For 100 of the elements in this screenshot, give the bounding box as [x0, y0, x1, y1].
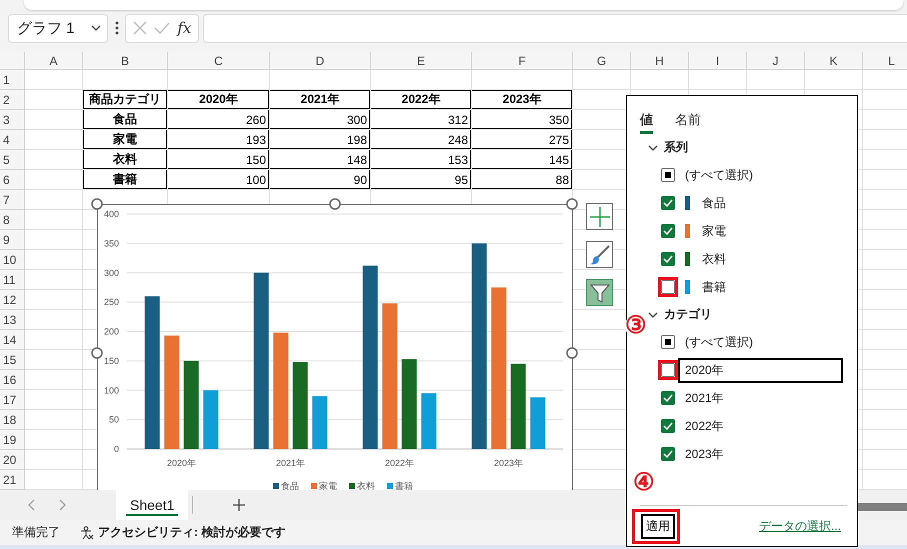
select-data-link[interactable]: データの選択...: [758, 518, 841, 534]
checkbox[interactable]: [661, 335, 675, 349]
row-header[interactable]: 21: [0, 470, 25, 490]
checkbox[interactable]: [661, 419, 675, 433]
checkbox[interactable]: [661, 391, 675, 405]
table-cell[interactable]: 2020年: [168, 90, 270, 110]
filter-option[interactable]: 2023年: [685, 446, 724, 462]
filter-option[interactable]: 家電: [702, 222, 726, 240]
plus-icon[interactable]: [233, 499, 246, 511]
filter-option[interactable]: 2021年: [685, 390, 724, 406]
column-header[interactable]: A: [25, 52, 83, 70]
table-cell[interactable]: 商品カテゴリ: [83, 90, 168, 110]
checkbox[interactable]: [661, 252, 675, 266]
table-cell[interactable]: 350: [472, 110, 573, 130]
table-cell[interactable]: 312: [371, 110, 472, 130]
column-header[interactable]: B: [83, 52, 168, 70]
table-cell[interactable]: 家電: [83, 130, 168, 150]
row-header[interactable]: 18: [0, 410, 25, 430]
row-header[interactable]: 13: [0, 310, 25, 330]
column-header[interactable]: C: [168, 52, 270, 70]
axis-label: 250: [104, 297, 119, 308]
checkbox[interactable]: [661, 168, 675, 182]
chevron-icon[interactable]: [648, 312, 658, 318]
chart-styles-button[interactable]: [586, 241, 613, 268]
column-header[interactable]: F: [472, 52, 573, 70]
resize-handle: [566, 347, 578, 359]
legend-swatch: [273, 483, 279, 489]
row-header[interactable]: 17: [0, 390, 25, 410]
sheet-tab[interactable]: Sheet1: [116, 490, 188, 520]
filter-option[interactable]: (すべて選択): [685, 166, 753, 184]
row-header[interactable]: 5: [0, 150, 25, 170]
row-header[interactable]: 6: [0, 170, 25, 190]
filter-option[interactable]: 2022年: [685, 418, 724, 434]
table-cell[interactable]: 153: [371, 150, 472, 170]
table-cell[interactable]: 95: [371, 170, 472, 190]
row-header[interactable]: 19: [0, 430, 25, 450]
column-header[interactable]: J: [747, 52, 805, 70]
row-header[interactable]: 16: [0, 370, 25, 390]
row-header[interactable]: 2: [0, 90, 25, 110]
table-cell[interactable]: 衣料: [83, 150, 168, 170]
column-header[interactable]: L: [863, 52, 907, 70]
horizontal-scrollbar[interactable]: [858, 503, 907, 511]
apply-button[interactable]: 適用: [641, 514, 675, 538]
table-cell[interactable]: 300: [270, 110, 371, 130]
checkmark-icon[interactable]: [154, 22, 170, 34]
row-header[interactable]: 12: [0, 290, 25, 310]
row-header[interactable]: 3: [0, 110, 25, 130]
table-cell[interactable]: 2021年: [270, 90, 371, 110]
table-cell[interactable]: 260: [168, 110, 270, 130]
column-header[interactable]: I: [689, 52, 747, 70]
table-cell[interactable]: 275: [472, 130, 573, 150]
status-text: 準備完了: [12, 524, 60, 541]
row-header[interactable]: 11: [0, 270, 25, 290]
filter-option[interactable]: (すべて選択): [685, 334, 753, 350]
filter-option[interactable]: 衣料: [702, 250, 726, 268]
chevron-down-icon[interactable]: [91, 25, 101, 31]
checkbox[interactable]: [661, 196, 675, 210]
accessibility-icon[interactable]: [80, 526, 94, 540]
table-cell[interactable]: 88: [472, 170, 573, 190]
formula-input[interactable]: [203, 14, 907, 42]
table-cell[interactable]: 100: [168, 170, 270, 190]
column-header[interactable]: E: [371, 52, 472, 70]
row-header[interactable]: 8: [0, 210, 25, 230]
chart-filter-button[interactable]: [586, 279, 613, 306]
more-options-icon[interactable]: [115, 21, 119, 35]
tab[interactable]: 値: [640, 102, 653, 134]
table-cell[interactable]: 248: [371, 130, 472, 150]
chart-elements-button[interactable]: [586, 203, 613, 230]
table-cell[interactable]: 2023年: [472, 90, 573, 110]
column-header[interactable]: H: [631, 52, 689, 70]
row-header[interactable]: 9: [0, 230, 25, 250]
checkbox[interactable]: [661, 447, 675, 461]
table-cell[interactable]: 198: [270, 130, 371, 150]
checkbox[interactable]: [661, 224, 675, 238]
accessibility-status[interactable]: アクセシビリティ: 検討が必要です: [98, 524, 286, 541]
table-cell[interactable]: 90: [270, 170, 371, 190]
row-header[interactable]: 20: [0, 450, 25, 470]
table-cell[interactable]: 2022年: [371, 90, 472, 110]
column-header[interactable]: D: [270, 52, 371, 70]
row-header[interactable]: 10: [0, 250, 25, 270]
row-header[interactable]: 4: [0, 130, 25, 150]
table-cell[interactable]: 書籍: [83, 170, 168, 190]
name-box[interactable]: グラフ 1: [8, 14, 108, 42]
table-cell[interactable]: 193: [168, 130, 270, 150]
table-cell[interactable]: 145: [472, 150, 573, 170]
filter-option[interactable]: 食品: [702, 194, 726, 212]
row-header[interactable]: 14: [0, 330, 25, 350]
filter-option[interactable]: 書籍: [702, 278, 726, 296]
table-cell[interactable]: 148: [270, 150, 371, 170]
resize-handle: [91, 198, 103, 210]
row-header[interactable]: 1: [0, 70, 25, 90]
tab[interactable]: 名前: [675, 102, 701, 134]
table-cell[interactable]: 食品: [83, 110, 168, 130]
column-header[interactable]: G: [573, 52, 631, 70]
table-cell[interactable]: 150: [168, 150, 270, 170]
chevron-icon[interactable]: [648, 144, 658, 150]
insert-function-button[interactable]: fx: [177, 19, 192, 37]
row-header[interactable]: 15: [0, 350, 25, 370]
column-header[interactable]: K: [805, 52, 863, 70]
row-header[interactable]: 7: [0, 190, 25, 210]
